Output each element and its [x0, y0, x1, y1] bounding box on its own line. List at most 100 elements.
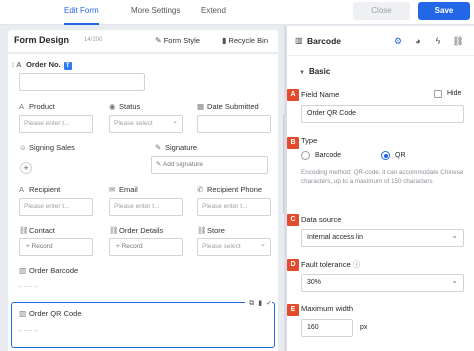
link-icon: ⛓: [197, 226, 207, 235]
field-recipient-phone[interactable]: ✆ Recipient Phone: [197, 185, 262, 194]
field-recipient[interactable]: A Recipient: [19, 185, 60, 194]
field-order-qr-code-selected[interactable]: ⧉ ▮ ✓ ▥ Order QR Code: [11, 299, 275, 348]
field-order-barcode[interactable]: ▥ Order Barcode: [19, 266, 78, 275]
close-button[interactable]: Close: [353, 2, 410, 20]
contact-add-record-button[interactable]: + Record: [19, 238, 93, 256]
max-width-unit: px: [360, 324, 368, 331]
tab-more-settings[interactable]: More Settings: [131, 0, 180, 25]
type-qr-label: QR: [395, 152, 406, 159]
fault-tolerance-label-wrap: Fault tolerance ⓘ: [301, 259, 360, 270]
palette-icon[interactable]: ◕: [411, 34, 425, 48]
link-icon[interactable]: ⛓: [451, 34, 465, 48]
order-qr-code-label: Order QR Code: [29, 309, 82, 318]
marker-e: E: [287, 304, 299, 316]
type-barcode-label: Barcode: [315, 152, 342, 159]
order-details-label: Order Details: [119, 226, 164, 235]
hide-checkbox[interactable]: [434, 90, 442, 98]
marker-c: C: [287, 214, 299, 226]
properties-header: ▥ Barcode ⚙ ◕ ϟ ⛓: [287, 26, 474, 56]
contact-label: Contact: [29, 226, 55, 235]
marker-a: A: [287, 89, 299, 101]
product-input[interactable]: Please enter t...: [19, 115, 93, 133]
data-source-select[interactable]: Internal access lin: [301, 228, 464, 247]
properties-panel: ▥ Barcode ⚙ ◕ ϟ ⛓ ▼ Basic A Field Name Hi…: [287, 26, 474, 351]
order-no-input[interactable]: [19, 73, 145, 91]
tab-edit-form[interactable]: Edit Form: [64, 0, 99, 25]
order-details-add-record-button[interactable]: + Record: [109, 238, 183, 256]
signing-sales-label: Signing Sales: [29, 143, 75, 152]
signature-label: Signature: [165, 143, 198, 152]
type-qr-radio[interactable]: [381, 151, 390, 160]
mail-icon: ✉: [109, 185, 116, 194]
radio-icon: ◉: [109, 102, 116, 111]
field-name-label: Field Name: [301, 90, 340, 99]
form-style-button[interactable]: ✎ Form Style: [155, 36, 200, 45]
recycle-bin-label: Recycle Bin: [228, 36, 269, 45]
field-status[interactable]: ◉ Status: [109, 102, 140, 111]
save-button[interactable]: Save: [418, 2, 470, 20]
trash-icon: ▮: [222, 36, 227, 45]
field-order-no[interactable]: ⁞ A Order No. T: [12, 60, 72, 70]
field-email[interactable]: ✉ Email: [109, 185, 138, 194]
add-user-button[interactable]: +: [20, 162, 32, 174]
tab-extend[interactable]: Extend: [201, 0, 226, 25]
status-select[interactable]: Please select: [109, 115, 183, 133]
fault-tolerance-select[interactable]: 30%: [301, 273, 464, 292]
marker-d: D: [287, 259, 299, 271]
order-barcode-label: Order Barcode: [29, 266, 79, 275]
delete-icon[interactable]: ▮: [258, 300, 262, 307]
brush-icon: ✎: [155, 36, 162, 45]
type-barcode-radio[interactable]: [301, 151, 310, 160]
recycle-bin-button[interactable]: ▮ Recycle Bin: [222, 36, 268, 45]
form-design-area: Form Design 14/200 ✎ Form Style ▮ Recycle …: [0, 26, 286, 351]
form-canvas: ⁞ A Order No. T A Product Please enter t...…: [8, 54, 286, 351]
copy-icon[interactable]: ⧉: [249, 300, 254, 307]
add-signature-button[interactable]: ✎ Add signature: [151, 156, 268, 174]
field-order-details[interactable]: ⛓Order Details: [109, 226, 163, 235]
basic-section-toggle[interactable]: ▼ Basic: [299, 67, 330, 76]
field-product[interactable]: A Product: [19, 102, 55, 111]
edit-icon: ✎: [156, 161, 163, 168]
barcode-icon: ▥: [295, 36, 303, 45]
panel-title: Barcode: [307, 36, 342, 46]
field-count: 14/200: [84, 37, 103, 43]
design-toolbar: Form Design 14/200 ✎ Form Style ▮ Recycle …: [8, 30, 278, 52]
text-icon: A: [19, 102, 25, 111]
settings-gear-icon[interactable]: ⚙: [391, 34, 405, 48]
field-store[interactable]: ⛓Store: [197, 226, 225, 235]
barcode-icon: ▥: [19, 266, 27, 275]
qr-placeholder-line: [19, 330, 37, 331]
field-signing-sales[interactable]: ☺ Signing Sales: [19, 143, 75, 152]
form-style-label: Form Style: [163, 36, 200, 45]
status-label: Status: [119, 102, 141, 111]
barcode-placeholder-line: [19, 286, 37, 287]
store-select[interactable]: Please select: [197, 238, 271, 256]
data-source-label: Data source: [301, 215, 342, 224]
hide-label: Hide: [447, 90, 462, 97]
marker-b: B: [287, 137, 299, 149]
email-input[interactable]: Please enter t...: [109, 198, 183, 216]
fault-tolerance-label: Fault tolerance: [301, 260, 351, 269]
check-icon[interactable]: ✓: [266, 300, 272, 307]
order-no-label: Order No.: [26, 60, 61, 69]
lightning-icon[interactable]: ϟ: [431, 34, 445, 48]
recipient-phone-input[interactable]: Please enter t...: [197, 198, 271, 216]
field-signature[interactable]: ✎ Signature: [155, 143, 197, 152]
field-date-submitted[interactable]: ▦ Date Submitted: [197, 102, 259, 111]
section-label: Basic: [308, 67, 331, 76]
field-contact[interactable]: ⛓Contact: [19, 226, 55, 235]
date-submitted-label: Date Submitted: [207, 102, 259, 111]
max-width-input[interactable]: 160: [301, 319, 353, 337]
recipient-input[interactable]: Please enter t...: [19, 198, 93, 216]
design-title: Form Design: [14, 35, 70, 45]
help-circle-icon[interactable]: ⓘ: [353, 260, 361, 269]
drag-handle-icon: ⁞: [12, 63, 14, 69]
user-icon: ☺: [19, 143, 27, 152]
order-qr-code-label-wrap: ▥ Order QR Code: [19, 309, 82, 318]
email-label: Email: [119, 185, 138, 194]
date-submitted-input[interactable]: [197, 115, 271, 133]
link-icon: ⛓: [109, 226, 119, 235]
field-name-input[interactable]: Order QR Code: [301, 105, 464, 123]
recipient-phone-label: Recipient Phone: [207, 185, 263, 194]
max-width-label: Maximum width: [301, 304, 354, 313]
